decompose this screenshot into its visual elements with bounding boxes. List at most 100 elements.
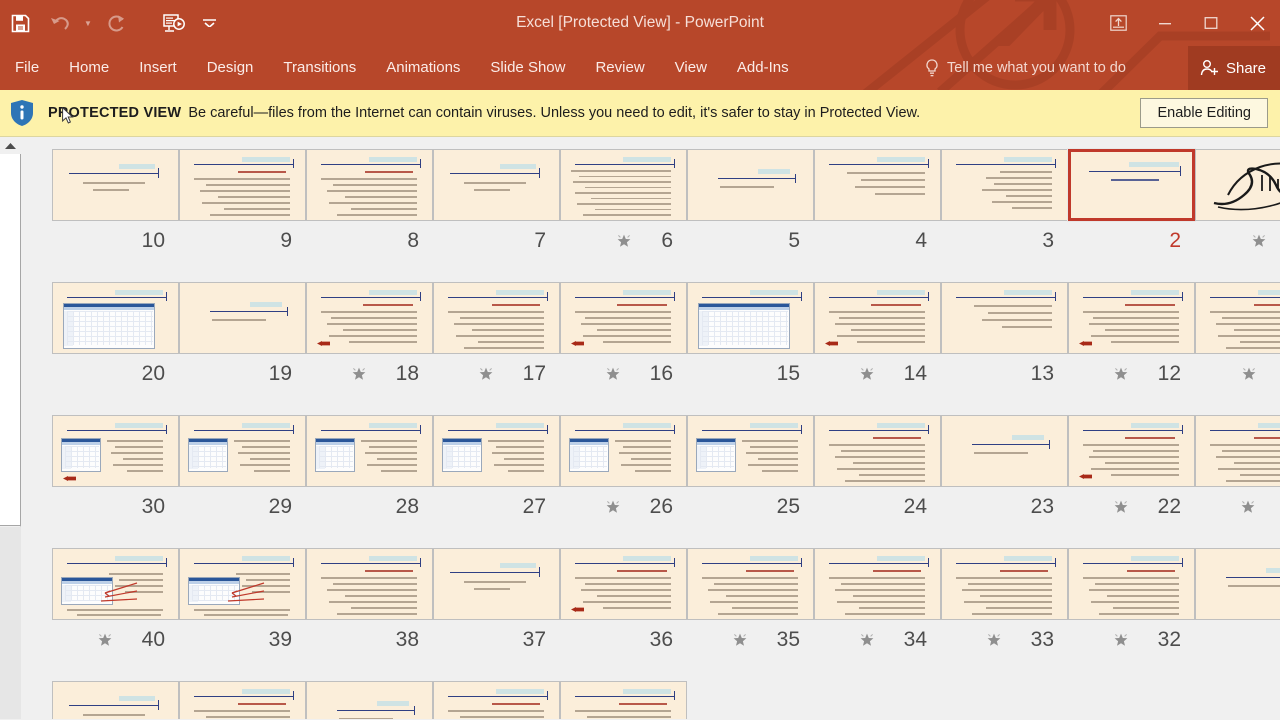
slide-thumbnail[interactable]: [1195, 149, 1280, 221]
slide-thumbnail[interactable]: [941, 415, 1068, 487]
slide-thumbnail[interactable]: [687, 149, 814, 221]
slide-thumbnail[interactable]: [814, 282, 941, 354]
slide-thumbnail-cell[interactable]: 19: [179, 282, 306, 386]
slide-thumbnail-cell[interactable]: 27: [433, 415, 560, 519]
slide-thumbnail[interactable]: [1195, 415, 1280, 487]
tab-view[interactable]: View: [660, 46, 722, 90]
tab-review[interactable]: Review: [580, 46, 659, 90]
slide-thumbnail-cell[interactable]: 34: [814, 548, 941, 652]
slide-thumbnail-cell[interactable]: 26: [560, 415, 687, 519]
slide-thumbnail-cell[interactable]: 40: [52, 548, 179, 652]
slide-thumbnail-cell[interactable]: 37: [433, 548, 560, 652]
slide-thumbnail[interactable]: [560, 282, 687, 354]
slide-thumbnail[interactable]: [52, 149, 179, 221]
slide-thumbnail-cell[interactable]: [560, 681, 687, 719]
slide-thumbnail[interactable]: [179, 149, 306, 221]
restore-icon[interactable]: [1188, 0, 1234, 46]
slide-thumbnail[interactable]: [560, 681, 687, 719]
slide-thumbnail-cell[interactable]: 36: [560, 548, 687, 652]
close-icon[interactable]: [1234, 0, 1280, 46]
slide-thumbnail[interactable]: [814, 548, 941, 620]
slide-thumbnail-cell[interactable]: 2: [1067, 148, 1196, 253]
slide-thumbnail-cell[interactable]: 15: [687, 282, 814, 386]
slide-thumbnail-cell[interactable]: 8: [306, 149, 433, 253]
slide-thumbnail[interactable]: [306, 282, 433, 354]
slide-thumbnail-cell[interactable]: 18: [306, 282, 433, 386]
slide-thumbnail[interactable]: [1195, 548, 1280, 620]
tab-insert[interactable]: Insert: [124, 46, 192, 90]
slide-thumbnail[interactable]: [52, 415, 179, 487]
redo-icon[interactable]: [96, 3, 136, 43]
slide-thumbnail[interactable]: [179, 548, 306, 620]
slide-thumbnail[interactable]: [433, 149, 560, 221]
slide-thumbnail-cell[interactable]: 13: [941, 282, 1068, 386]
slide-thumbnail-cell[interactable]: 16: [560, 282, 687, 386]
scrollbar-track[interactable]: [0, 527, 21, 719]
slide-thumbnail[interactable]: [814, 415, 941, 487]
slide-thumbnail-cell[interactable]: 35: [687, 548, 814, 652]
slide-thumbnail[interactable]: [560, 149, 687, 221]
slide-thumbnail[interactable]: [560, 548, 687, 620]
slide-thumbnail[interactable]: [179, 415, 306, 487]
tell-me-search[interactable]: Tell me what you want to do: [925, 46, 1126, 90]
slide-thumbnail[interactable]: [814, 149, 941, 221]
slide-thumbnail-cell[interactable]: 28: [306, 415, 433, 519]
slide-thumbnail-cell[interactable]: 10: [52, 149, 179, 253]
slide-thumbnail-cell[interactable]: 11: [1195, 282, 1280, 386]
slide-thumbnail[interactable]: [941, 282, 1068, 354]
undo-dropdown-icon[interactable]: ▼: [80, 3, 96, 43]
slide-thumbnail-cell[interactable]: 29: [179, 415, 306, 519]
slide-thumbnail-cell[interactable]: 20: [52, 282, 179, 386]
slide-thumbnail[interactable]: [941, 149, 1068, 221]
slide-thumbnail-cell[interactable]: 33: [941, 548, 1068, 652]
slide-thumbnail[interactable]: [433, 282, 560, 354]
scroll-up-icon[interactable]: [0, 137, 21, 154]
slide-thumbnail-cell[interactable]: 39: [179, 548, 306, 652]
slide-thumbnail-cell[interactable]: 23: [941, 415, 1068, 519]
slide-thumbnail-cell[interactable]: 21: [1195, 415, 1280, 519]
slide-thumbnail[interactable]: [306, 149, 433, 221]
slide-thumbnail-cell[interactable]: 30: [52, 415, 179, 519]
minimize-icon[interactable]: [1142, 0, 1188, 46]
slide-thumbnail-cell[interactable]: [306, 681, 433, 719]
slide-thumbnail[interactable]: [52, 282, 179, 354]
slide-thumbnail[interactable]: [560, 415, 687, 487]
tab-slide-show[interactable]: Slide Show: [475, 46, 580, 90]
tab-animations[interactable]: Animations: [371, 46, 475, 90]
slide-thumbnail[interactable]: [306, 548, 433, 620]
slide-thumbnail-cell[interactable]: 6: [560, 149, 687, 253]
slide-thumbnail-cell[interactable]: 3: [941, 149, 1068, 253]
save-icon[interactable]: [0, 3, 40, 43]
slide-thumbnail-cell[interactable]: 1: [1195, 149, 1280, 253]
slide-thumbnail-cell[interactable]: 22: [1068, 415, 1195, 519]
window-controls[interactable]: [1094, 0, 1280, 46]
slide-thumbnail[interactable]: [1068, 415, 1195, 487]
slide-thumbnail-cell[interactable]: [433, 681, 560, 719]
slide-thumbnail-cell[interactable]: 38: [306, 548, 433, 652]
vertical-scrollbar[interactable]: [0, 137, 21, 719]
tab-home[interactable]: Home: [54, 46, 124, 90]
slide-thumbnail-cell[interactable]: 24: [814, 415, 941, 519]
slideshow-icon[interactable]: [154, 3, 194, 43]
slide-thumbnail[interactable]: [306, 415, 433, 487]
slide-thumbnail-cell[interactable]: 31: [1195, 548, 1280, 652]
slide-thumbnail[interactable]: [1195, 282, 1280, 354]
slide-thumbnail[interactable]: [687, 415, 814, 487]
slide-thumbnail-cell[interactable]: 17: [433, 282, 560, 386]
slide-thumbnail-cell[interactable]: 32: [1068, 548, 1195, 652]
slide-thumbnail[interactable]: [1067, 148, 1196, 222]
enable-editing-button[interactable]: Enable Editing: [1140, 98, 1268, 128]
slide-thumbnail[interactable]: [179, 282, 306, 354]
tab-add-ins[interactable]: Add-Ins: [722, 46, 804, 90]
slide-thumbnail[interactable]: [52, 681, 179, 719]
slide-thumbnail[interactable]: [687, 282, 814, 354]
slide-thumbnail-cell[interactable]: 14: [814, 282, 941, 386]
tab-transitions[interactable]: Transitions: [268, 46, 371, 90]
share-button[interactable]: Share: [1187, 46, 1280, 90]
slide-thumbnail[interactable]: [1068, 548, 1195, 620]
slide-thumbnail-cell[interactable]: 5: [687, 149, 814, 253]
undo-icon[interactable]: [40, 3, 80, 43]
slide-thumbnail[interactable]: [433, 681, 560, 719]
slide-thumbnail[interactable]: [433, 415, 560, 487]
ribbon-display-options-icon[interactable]: [1094, 0, 1142, 46]
